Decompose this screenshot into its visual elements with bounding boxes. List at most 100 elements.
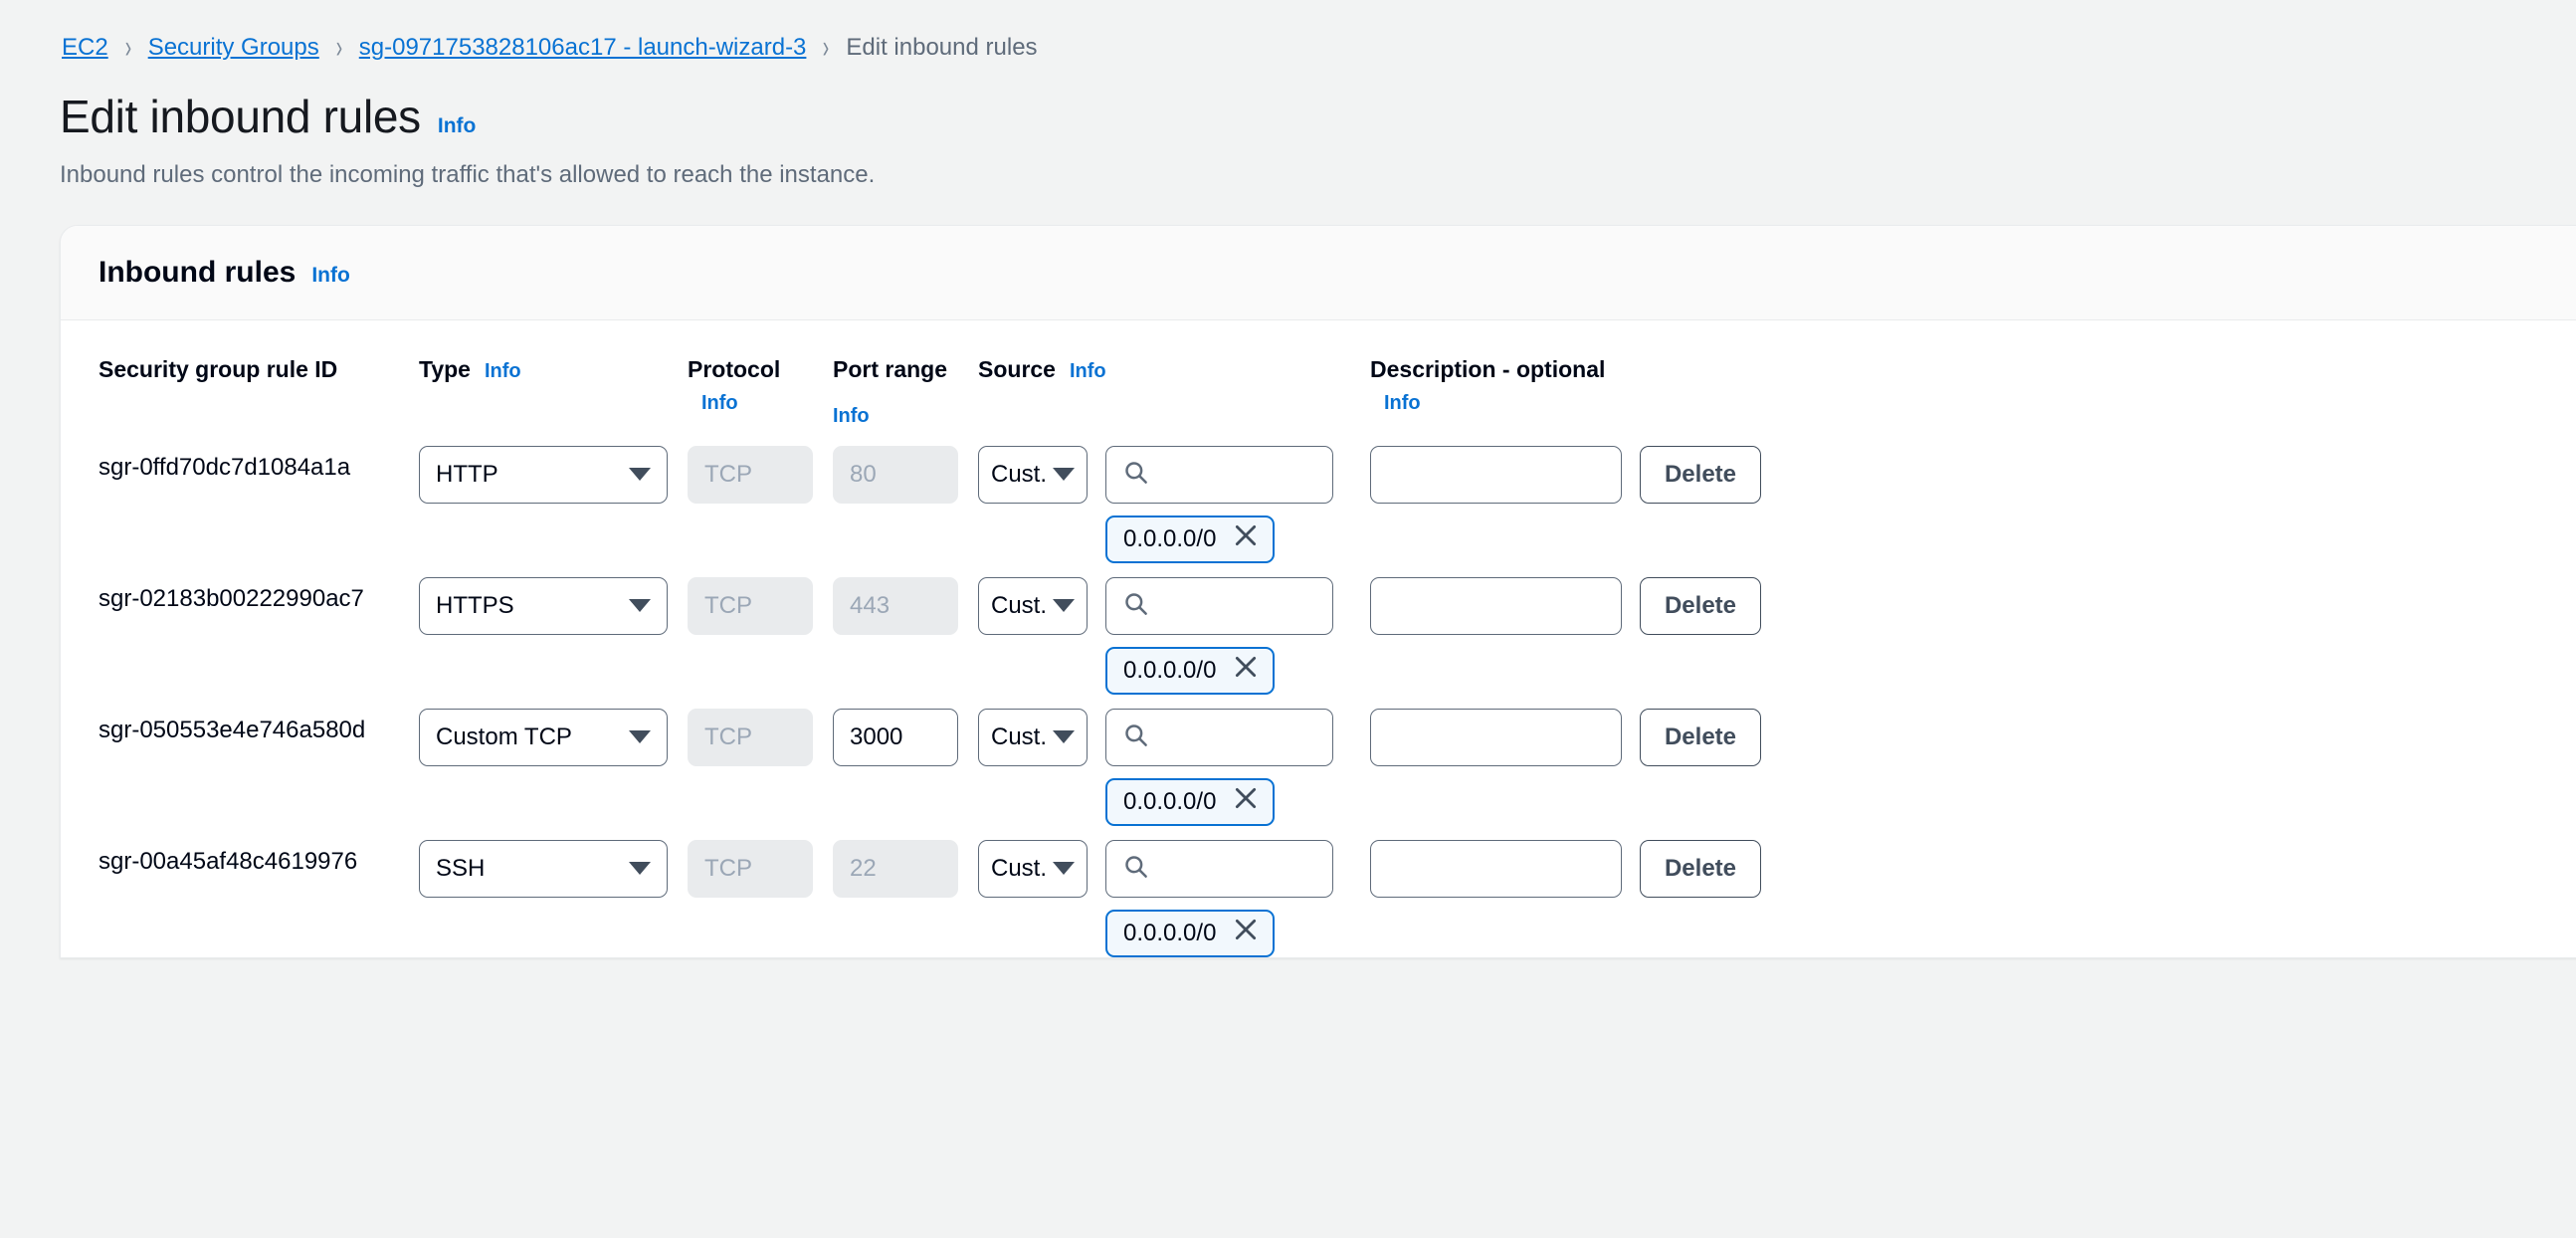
source-token[interactable]: 0.0.0.0/0	[1105, 646, 1276, 695]
source-type-select-value: Cust...	[991, 591, 1045, 619]
type-select-value: HTTPS	[436, 591, 514, 619]
protocol-value: TCP	[704, 591, 752, 619]
description-input[interactable]	[1370, 839, 1622, 898]
protocol-field: TCP	[688, 445, 813, 504]
chevron-down-icon	[1053, 468, 1075, 482]
chevron-down-icon	[629, 599, 651, 613]
source-search-input[interactable]	[1105, 708, 1333, 766]
protocol-field: TCP	[688, 576, 813, 635]
chevron-down-icon	[629, 730, 651, 744]
breadcrumb: EC2 › Security Groups › sg-0971753828106…	[0, 0, 2576, 66]
close-icon[interactable]	[1216, 785, 1259, 818]
protocol-value: TCP	[704, 460, 752, 488]
type-select[interactable]: SSH	[419, 839, 668, 898]
source-type-select-value: Cust...	[991, 460, 1045, 488]
port-range-value: 22	[850, 854, 877, 882]
table-body: sgr-0ffd70dc7d1084a1a HTTP TCP 80 Cust... 0.0…	[61, 432, 2576, 957]
breadcrumb-item-security-group[interactable]: sg-0971753828106ac17 - launch-wizard-3	[359, 34, 807, 62]
source-token[interactable]: 0.0.0.0/0	[1105, 909, 1276, 957]
page-title: Edit inbound rules	[60, 91, 421, 142]
description-input[interactable]	[1370, 445, 1622, 504]
description-input[interactable]	[1370, 708, 1622, 766]
source-type-select[interactable]: Cust...	[978, 445, 1088, 504]
table-row: sgr-0ffd70dc7d1084a1a HTTP TCP 80 Cust... 0.0…	[61, 432, 2576, 563]
rule-id-value: sgr-02183b00222990ac7	[99, 584, 364, 612]
inbound-rules-card: Inbound rules Info Security group rule I…	[60, 225, 2576, 958]
breadcrumb-separator-icon: ›	[335, 29, 342, 66]
search-icon	[1122, 853, 1149, 885]
port-range-field[interactable]: 3000	[833, 708, 958, 766]
column-header-port-range: Port range Info	[833, 352, 958, 432]
type-select[interactable]: Custom TCP	[419, 708, 668, 766]
type-select[interactable]: HTTP	[419, 445, 668, 504]
chevron-down-icon	[1053, 599, 1075, 613]
port-range-value: 80	[850, 460, 877, 488]
source-search-input[interactable]	[1105, 445, 1333, 504]
type-select-value: SSH	[436, 854, 486, 882]
search-icon	[1122, 722, 1149, 753]
column-header-description-label: Description - optional	[1370, 356, 1606, 382]
port-range-field: 443	[833, 576, 958, 635]
protocol-field: TCP	[688, 839, 813, 898]
column-header-type-info-link[interactable]: Info	[485, 356, 521, 387]
type-select-value: Custom TCP	[436, 722, 572, 750]
column-header-protocol-info-link[interactable]: Info	[701, 388, 738, 419]
table-row: sgr-02183b00222990ac7 HTTPS TCP 443 Cust... 0…	[61, 563, 2576, 695]
source-token-label: 0.0.0.0/0	[1123, 919, 1217, 946]
search-icon	[1122, 459, 1149, 491]
page-info-link[interactable]: Info	[438, 114, 476, 138]
column-header-description: Description - optional Info	[1370, 352, 1622, 419]
breadcrumb-separator-icon: ›	[124, 29, 131, 66]
column-header-protocol: Protocol Info	[688, 352, 813, 419]
delete-rule-button[interactable]: Delete	[1640, 576, 1761, 635]
source-type-select[interactable]: Cust...	[978, 839, 1088, 898]
close-icon[interactable]	[1216, 917, 1259, 949]
source-token-label: 0.0.0.0/0	[1123, 524, 1217, 552]
close-icon[interactable]	[1216, 654, 1259, 687]
chevron-down-icon	[629, 862, 651, 876]
column-header-protocol-label: Protocol	[688, 356, 781, 382]
search-icon	[1122, 590, 1149, 622]
type-select-value: HTTP	[436, 460, 498, 488]
delete-rule-button[interactable]: Delete	[1640, 839, 1761, 898]
column-header-port-range-info-link[interactable]: Info	[833, 401, 958, 432]
delete-rule-button[interactable]: Delete	[1640, 445, 1761, 504]
port-range-value: 443	[850, 591, 891, 619]
source-search-input[interactable]	[1105, 576, 1333, 635]
column-header-source: Source Info	[978, 352, 1350, 388]
breadcrumb-item-security-groups[interactable]: Security Groups	[148, 34, 319, 62]
source-type-select[interactable]: Cust...	[978, 576, 1088, 635]
page-header: Edit inbound rules Info Inbound rules co…	[0, 62, 2576, 189]
port-range-value: 3000	[850, 722, 903, 750]
column-header-type: Type Info	[419, 352, 668, 388]
source-token-label: 0.0.0.0/0	[1123, 656, 1217, 684]
source-type-select[interactable]: Cust...	[978, 708, 1088, 766]
description-input[interactable]	[1370, 576, 1622, 635]
breadcrumb-item-current: Edit inbound rules	[846, 34, 1038, 61]
column-header-description-info-link[interactable]: Info	[1384, 388, 1421, 419]
delete-rule-button[interactable]: Delete	[1640, 708, 1761, 766]
column-header-port-range-label: Port range	[833, 356, 948, 382]
table-row: sgr-00a45af48c4619976 SSH TCP 22 Cust... 0.0.…	[61, 826, 2576, 957]
source-token[interactable]: 0.0.0.0/0	[1105, 515, 1276, 563]
source-token[interactable]: 0.0.0.0/0	[1105, 777, 1276, 826]
column-header-rule-id-label: Security group rule ID	[99, 356, 338, 382]
protocol-value: TCP	[704, 854, 752, 882]
source-token-label: 0.0.0.0/0	[1123, 787, 1217, 815]
rule-id-value: sgr-050553e4e746a580d	[99, 716, 366, 743]
close-icon[interactable]	[1216, 522, 1259, 555]
column-header-rule-id: Security group rule ID	[99, 352, 359, 388]
source-search-input[interactable]	[1105, 839, 1333, 898]
table-row: sgr-050553e4e746a580d Custom TCP TCP 3000 Cu…	[61, 695, 2576, 826]
card-title: Inbound rules	[99, 256, 297, 289]
card-info-link[interactable]: Info	[311, 264, 349, 288]
rule-id-value: sgr-00a45af48c4619976	[99, 847, 358, 875]
column-header-source-info-link[interactable]: Info	[1070, 356, 1106, 387]
chevron-down-icon	[629, 468, 651, 482]
card-header: Inbound rules Info	[61, 226, 2576, 320]
breadcrumb-item-ec2[interactable]: EC2	[62, 34, 108, 62]
rule-id-value: sgr-0ffd70dc7d1084a1a	[99, 453, 351, 481]
protocol-field: TCP	[688, 708, 813, 766]
port-range-field: 80	[833, 445, 958, 504]
type-select[interactable]: HTTPS	[419, 576, 668, 635]
